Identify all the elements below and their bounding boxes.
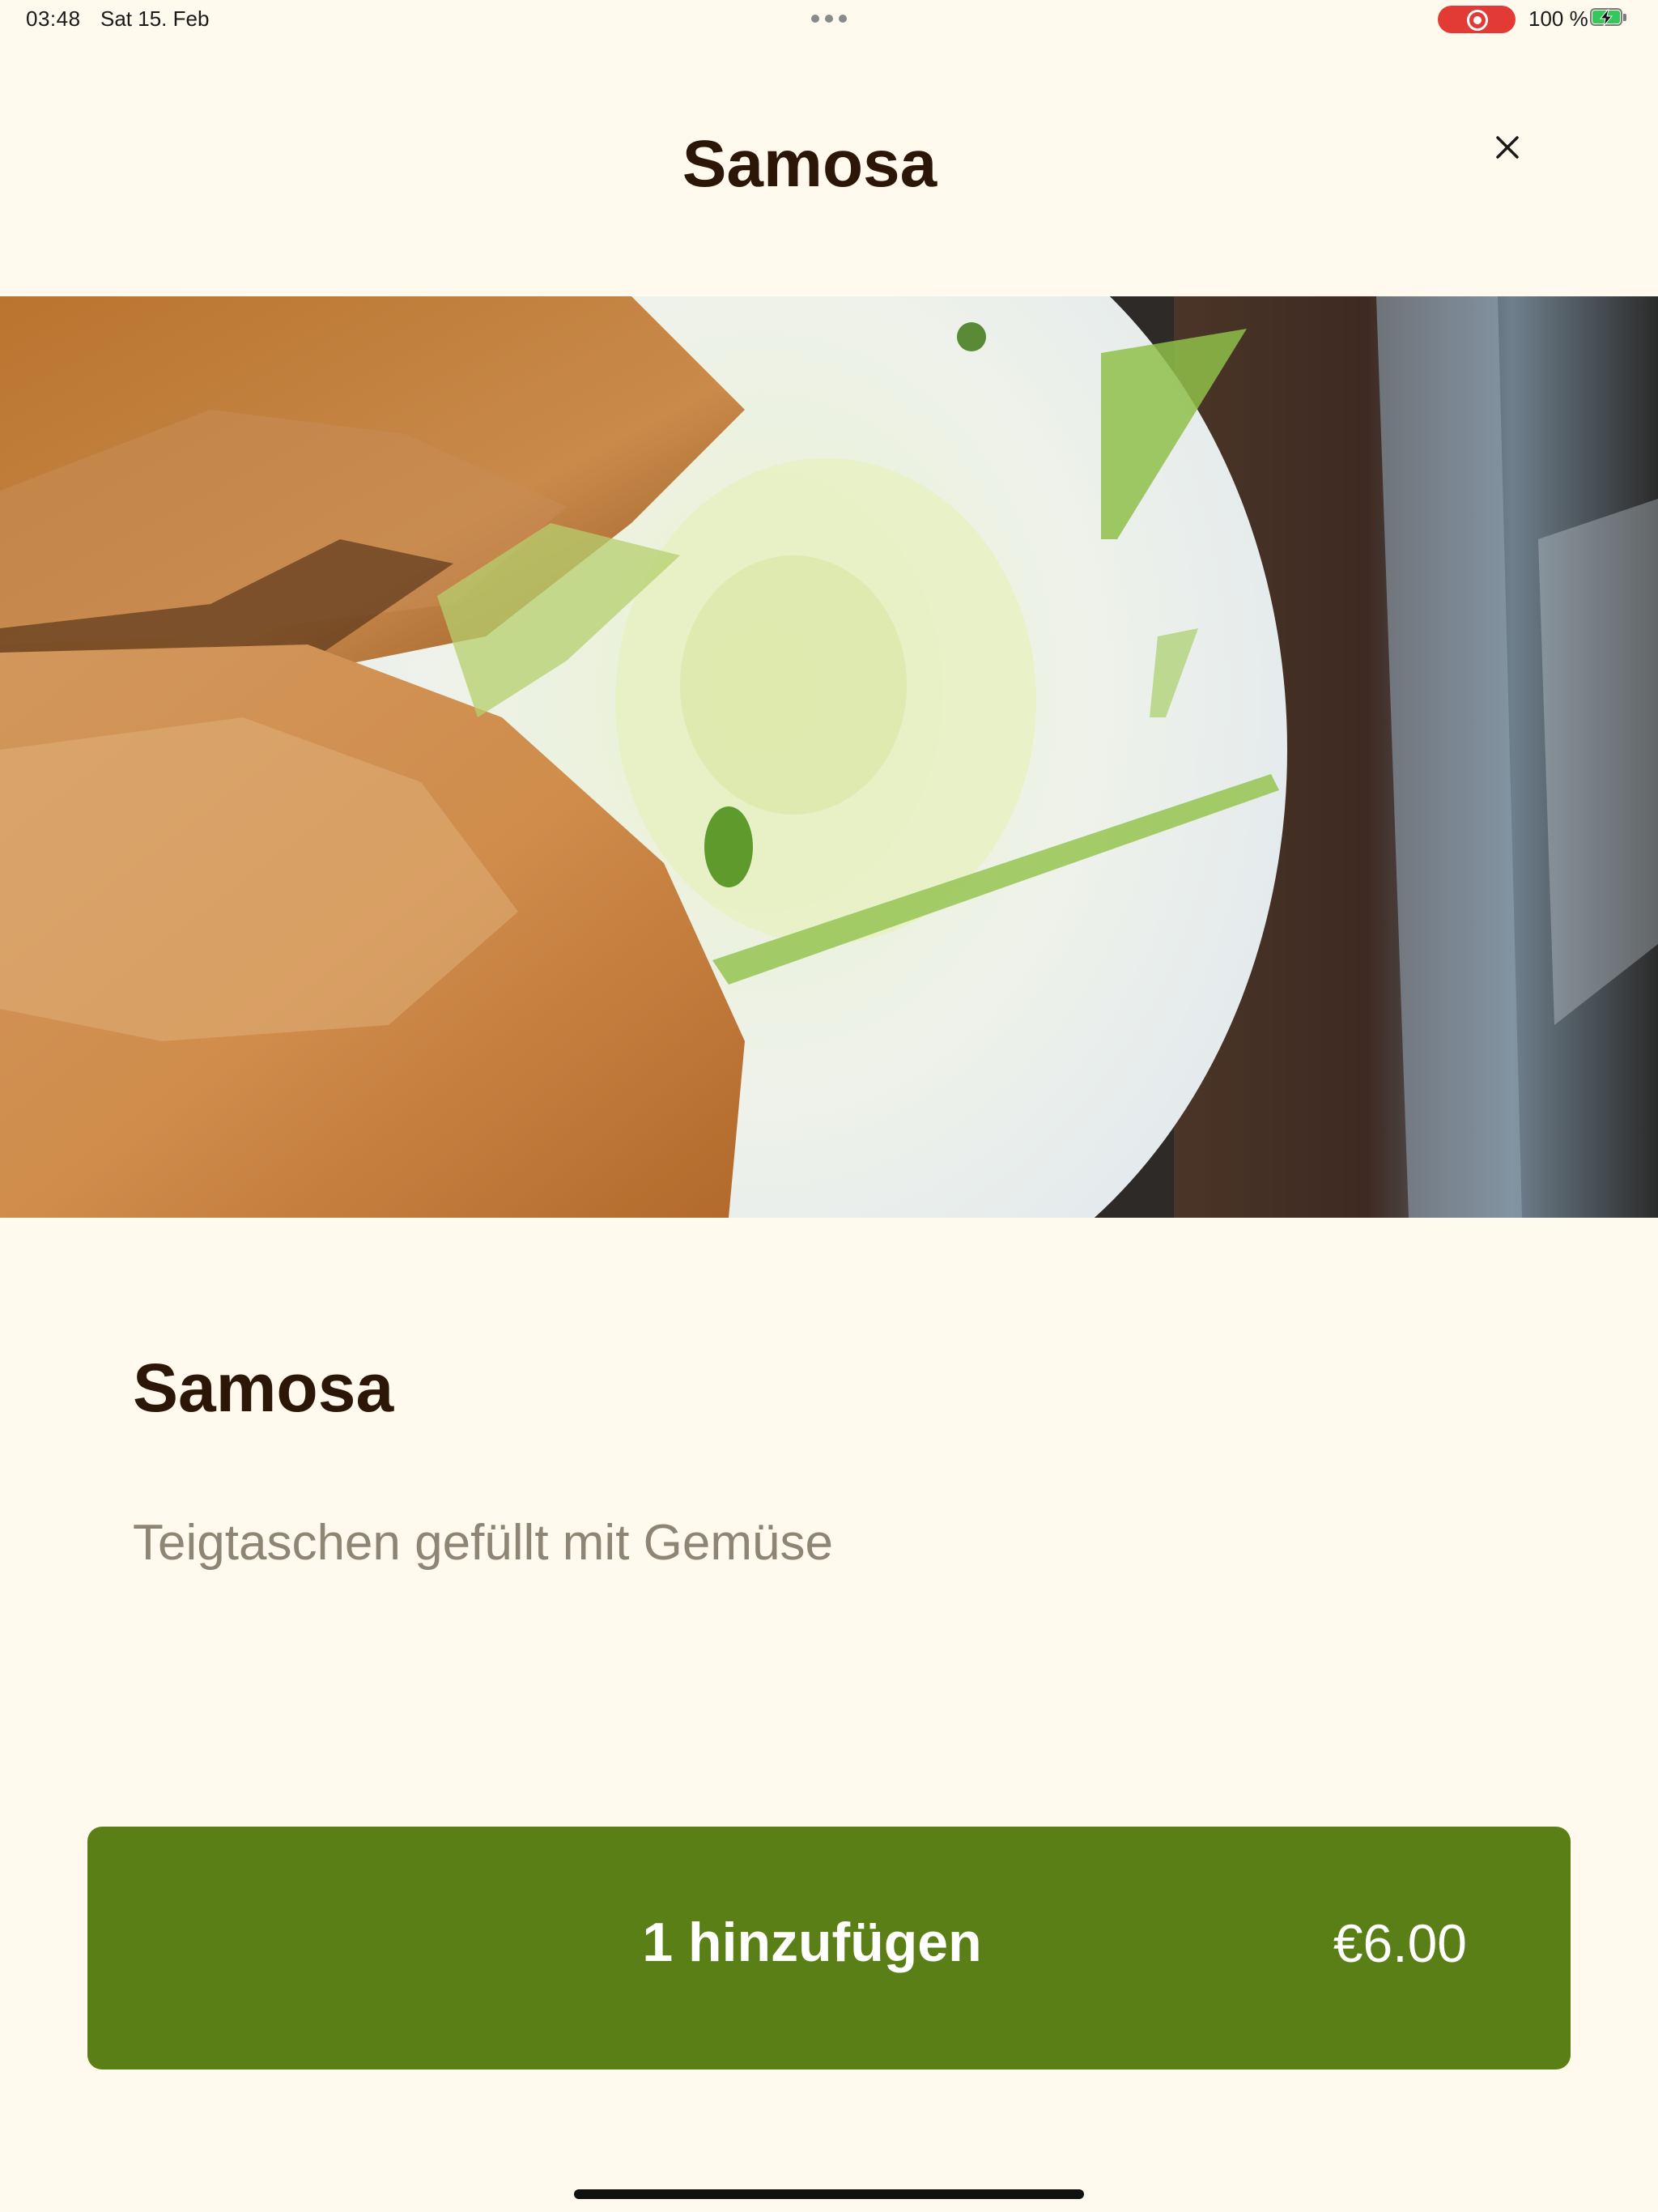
battery-icon [1590,8,1626,28]
close-icon [1496,136,1519,159]
modal-title: Samosa [682,127,937,201]
item-name: Samosa [133,1350,394,1426]
item-description: Teigtaschen gefüllt mit Gemüse [133,1515,833,1571]
home-indicator[interactable] [574,2189,1084,2199]
samosa-photo [0,296,1658,1218]
battery-percentage: 100 % [1528,6,1588,31]
add-button-label: 1 hinzufügen [642,1912,982,1973]
add-button-price: €6.00 [1333,1913,1467,1973]
screen-recording-indicator[interactable] [1438,6,1516,33]
close-button[interactable] [1488,128,1527,167]
status-date: Sat 15. Feb [100,6,210,31]
multitasking-dots-icon[interactable] [811,15,847,23]
status-time: 03:48 [26,6,81,31]
status-bar: 03:48 Sat 15. Feb 100 % [0,0,1658,39]
product-image [0,296,1658,1218]
add-to-cart-button[interactable]: 1 hinzufügen €6.00 [87,1827,1571,2069]
charging-bolt-icon [1599,9,1613,27]
record-icon [1467,10,1488,31]
